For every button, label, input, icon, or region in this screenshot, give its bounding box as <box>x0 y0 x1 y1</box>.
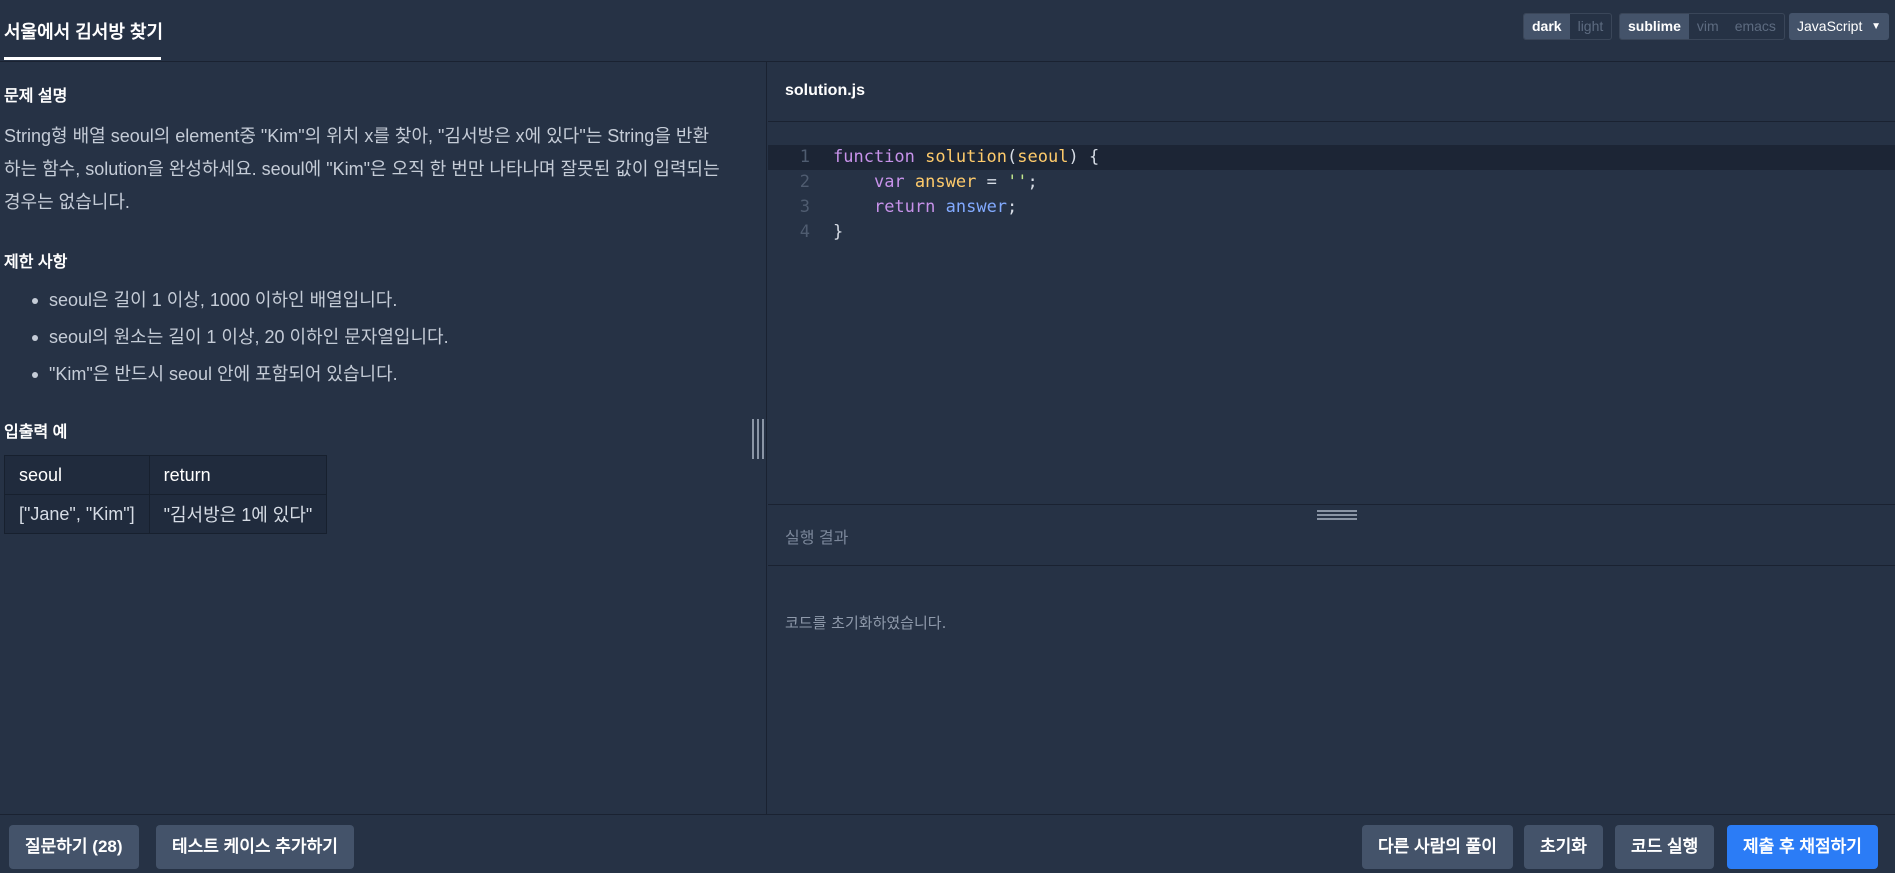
keymap-vim-option[interactable]: vim <box>1689 14 1727 39</box>
editor-header: solution.js <box>768 62 1895 122</box>
ask-question-button[interactable]: 질문하기 (28) <box>9 825 139 869</box>
keymap-toggle: sublime vim emacs <box>1619 13 1785 40</box>
pane-resize-handle[interactable] <box>752 419 764 459</box>
code-text: function solution(seoul) { <box>833 147 1100 167</box>
result-message: 코드를 초기화하였습니다. <box>785 614 947 632</box>
constraint-item: seoul의 원소는 길이 1 이상, 20 이하인 문자열입니다. <box>24 319 449 356</box>
table-header-cell: seoul <box>4 455 150 495</box>
code-text: var answer = ''; <box>873 172 1038 192</box>
table-row: ["Jane", "Kim"] "김서방은 1에 있다" <box>4 494 328 534</box>
examples-heading: 입출력 예 <box>4 424 68 441</box>
code-line: 4 } <box>768 220 1895 245</box>
problem-title-tab[interactable]: 서울에서 김서방 찾기 <box>4 0 163 62</box>
constraint-item: "Kim"은 반드시 seoul 안에 포함되어 있습니다. <box>24 356 449 393</box>
result-header: 실행 결과 <box>768 506 1895 566</box>
theme-dark-option[interactable]: dark <box>1524 14 1570 39</box>
editor-filename: solution.js <box>785 82 865 99</box>
line-number: 1 <box>799 147 810 167</box>
line-number: 4 <box>799 222 810 242</box>
code-text: return answer; <box>873 197 1018 217</box>
keymap-emacs-option[interactable]: emacs <box>1727 14 1784 39</box>
theme-light-option[interactable]: light <box>1570 14 1612 39</box>
line-number: 3 <box>799 197 810 217</box>
code-editor[interactable]: 1 function solution(seoul) { 2 var answe… <box>768 122 1895 505</box>
reset-button[interactable]: 초기화 <box>1524 825 1603 869</box>
bottom-bar: 질문하기 (28) 테스트 케이스 추가하기 다른 사람의 풀이 초기화 코드 … <box>0 814 1895 873</box>
run-code-button[interactable]: 코드 실행 <box>1615 825 1715 869</box>
description-heading: 문제 설명 <box>4 88 68 105</box>
active-tab-indicator <box>4 57 161 60</box>
constraints-heading: 제한 사항 <box>4 254 68 271</box>
submit-button[interactable]: 제출 후 채점하기 <box>1727 825 1878 869</box>
code-line: 1 function solution(seoul) { <box>768 145 1895 170</box>
line-number: 2 <box>799 172 810 192</box>
add-testcase-button[interactable]: 테스트 케이스 추가하기 <box>156 825 354 869</box>
chevron-down-icon: ▼ <box>1871 21 1881 32</box>
code-line: 2 var answer = ''; <box>768 170 1895 195</box>
table-header-cell: return <box>148 455 328 495</box>
others-solutions-button[interactable]: 다른 사람의 풀이 <box>1362 825 1513 869</box>
language-select-label: JavaScript <box>1797 18 1863 34</box>
result-title: 실행 결과 <box>785 530 849 547</box>
table-header-row: seoul return <box>4 455 328 495</box>
code-line: 3 return answer; <box>768 195 1895 220</box>
language-select[interactable]: JavaScript ▼ <box>1789 13 1889 40</box>
theme-toggle: dark light <box>1523 13 1613 40</box>
table-cell: "김서방은 1에 있다" <box>148 494 328 534</box>
constraints-list: seoul은 길이 1 이상, 1000 이하인 배열입니다. seoul의 원… <box>24 282 449 393</box>
constraint-item: seoul은 길이 1 이상, 1000 이하인 배열입니다. <box>24 282 449 319</box>
table-cell: ["Jane", "Kim"] <box>4 494 150 534</box>
examples-table: seoul return ["Jane", "Kim"] "김서방은 1에 있다… <box>4 455 328 534</box>
keymap-sublime-option[interactable]: sublime <box>1620 14 1689 39</box>
top-bar: 서울에서 김서방 찾기 dark light sublime vim emacs… <box>0 0 1895 62</box>
code-text: } <box>833 222 844 242</box>
description-text: String형 배열 seoul의 element중 "Kim"의 위치 x를 … <box>4 126 720 212</box>
problem-pane: 문제 설명 String형 배열 seoul의 element중 "Kim"의 … <box>0 62 767 814</box>
